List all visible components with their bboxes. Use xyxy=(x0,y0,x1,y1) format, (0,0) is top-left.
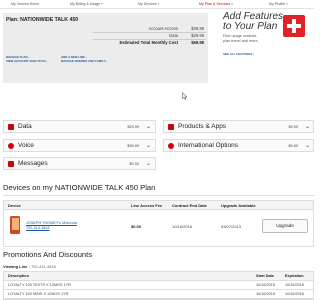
messages-icon xyxy=(8,161,14,167)
column-header: Device xyxy=(8,203,21,208)
chevron-down-icon: ⌄ xyxy=(145,143,151,149)
accordion-price: $29.99 xyxy=(127,125,139,129)
nav-my-billing-usage[interactable]: My Billing & Usage ▾ xyxy=(70,1,103,7)
promo-description: LOYALTY 100 MINS X 12MOS 1YR xyxy=(8,292,69,296)
accordion-messages[interactable]: Messages $0.00 ⌄ xyxy=(3,157,156,170)
plan-summary-panel: Plan: NATIONWIDE TALK 450 Account Access… xyxy=(3,13,208,83)
accordion-international-options[interactable]: International Options $0.00 ⌄ xyxy=(163,139,314,152)
phone-image xyxy=(10,216,20,234)
voice-icon xyxy=(8,143,14,149)
chevron-down-icon: ⌄ xyxy=(304,124,310,130)
data-icon xyxy=(8,124,14,130)
column-header: Description xyxy=(8,274,29,278)
accordion-price: $0.00 xyxy=(288,125,298,129)
globe-icon xyxy=(168,143,174,149)
add-features-description: Find usage controls, plan travel and mor… xyxy=(223,34,259,43)
viewing-line: Viewing Line : 702-414-3816 xyxy=(3,264,56,269)
promo-start-date: 10/16/2015 xyxy=(256,292,276,296)
accordion-products-apps[interactable]: Products & Apps $0.00 ⌄ xyxy=(163,120,314,133)
add-features-promo: Add Features to Your Plan Find usage con… xyxy=(223,12,313,67)
upgrade-button[interactable]: Upgrade xyxy=(262,219,308,233)
accordion-label: Voice xyxy=(18,142,34,149)
promotions-section-title: Promotions And Discounts xyxy=(3,250,93,259)
manage-friends-family-link[interactable]: MANAGE FRIENDS AND FAMILY › xyxy=(61,59,107,63)
chevron-down-icon: ▾ xyxy=(157,2,160,6)
accordion-label: International Options xyxy=(178,142,238,149)
chevron-down-icon: ▾ xyxy=(285,2,288,6)
see-all-features-link[interactable]: SEE ALL FEATURES › xyxy=(223,52,254,56)
nav-my-profile[interactable]: My Profile ▾ xyxy=(269,1,288,7)
device-name-link[interactable]: JOSEPH THOMEY's Motorola 702-414-3816 xyxy=(26,221,78,231)
accordion-price: $0.00 xyxy=(288,144,298,148)
table-header: Device Line Access Fee Contract End Date… xyxy=(4,201,313,210)
promo-start-date: 10/16/2015 xyxy=(256,283,276,287)
chevron-down-icon: ⌄ xyxy=(145,124,151,130)
chevron-down-icon: ▾ xyxy=(231,2,233,6)
promotions-table: Description Start Date Expiration LOYALT… xyxy=(3,271,314,300)
total-label: Estimated Total Monthly Cost xyxy=(119,40,178,45)
accordion-voice[interactable]: Voice $39.99 ⌄ xyxy=(3,139,156,152)
column-header: Contract End Date xyxy=(172,203,207,208)
devices-section-title: Devices on my NATIONWIDE TALK 450 Plan xyxy=(3,183,156,192)
viewing-line-number: 702-414-3816 xyxy=(30,264,56,269)
column-header: Upgrade Available xyxy=(221,203,256,208)
total-value: $69.98 xyxy=(191,40,204,45)
table-row: LOYALTY 100 TEXTS X 12MOS 1YR 10/16/2015… xyxy=(4,281,313,290)
mouse-cursor-icon xyxy=(182,92,188,100)
chevron-down-icon: ⌄ xyxy=(304,143,310,149)
divider xyxy=(3,195,314,196)
upgrade-available-date: 03/07/2013 xyxy=(221,224,242,229)
accordion-label: Products & Apps xyxy=(178,123,227,130)
table-header: Description Start Date Expiration xyxy=(4,272,313,281)
column-header: Expiration xyxy=(285,274,304,278)
chevron-down-icon: ⌄ xyxy=(145,161,151,167)
nav-my-devices[interactable]: My Devices ▾ xyxy=(138,1,159,7)
line-access-fee: $0.00 xyxy=(131,224,142,229)
add-features-title: Add Features to Your Plan xyxy=(223,11,284,32)
accordion-label: Messages xyxy=(18,160,48,167)
promo-description: LOYALTY 100 TEXTS X 12MOS 1YR xyxy=(8,283,72,287)
accordion-data[interactable]: Data $29.99 ⌄ xyxy=(3,120,156,133)
table-row: LOYALTY 100 MINS X 12MOS 1YR 10/16/2015 … xyxy=(4,290,313,299)
cost-row-total: Estimated Total Monthly Cost $69.98 xyxy=(93,40,206,46)
plan-name: Plan: NATIONWIDE TALK 450 xyxy=(6,17,79,23)
nav-my-verizon-home[interactable]: My Verizon Home xyxy=(11,1,39,7)
products-icon xyxy=(168,124,174,130)
accordion-label: Data xyxy=(18,123,32,130)
top-navigation: My Verizon Home My Billing & Usage ▾ My … xyxy=(0,0,314,9)
column-header: Start Date xyxy=(256,274,274,278)
accordion-price: $39.99 xyxy=(127,144,139,148)
devices-table: Device Line Access Fee Contract End Date… xyxy=(3,200,314,247)
contract-end-date: 10/16/2016 xyxy=(172,224,193,229)
promo-expiration: 10/16/2016 xyxy=(285,283,305,287)
column-header: Line Access Fee xyxy=(131,203,163,208)
chevron-down-icon: ▾ xyxy=(101,2,103,6)
plus-icon[interactable] xyxy=(283,15,305,37)
promo-expiration: 10/16/2016 xyxy=(285,292,305,296)
nav-my-plan-services[interactable]: My Plan & Services ▾ xyxy=(199,1,233,7)
view-account-analytics-link[interactable]: VIEW ACCOUNT ANALYTICS › xyxy=(6,59,47,63)
accordion-price: $0.00 xyxy=(129,162,139,166)
